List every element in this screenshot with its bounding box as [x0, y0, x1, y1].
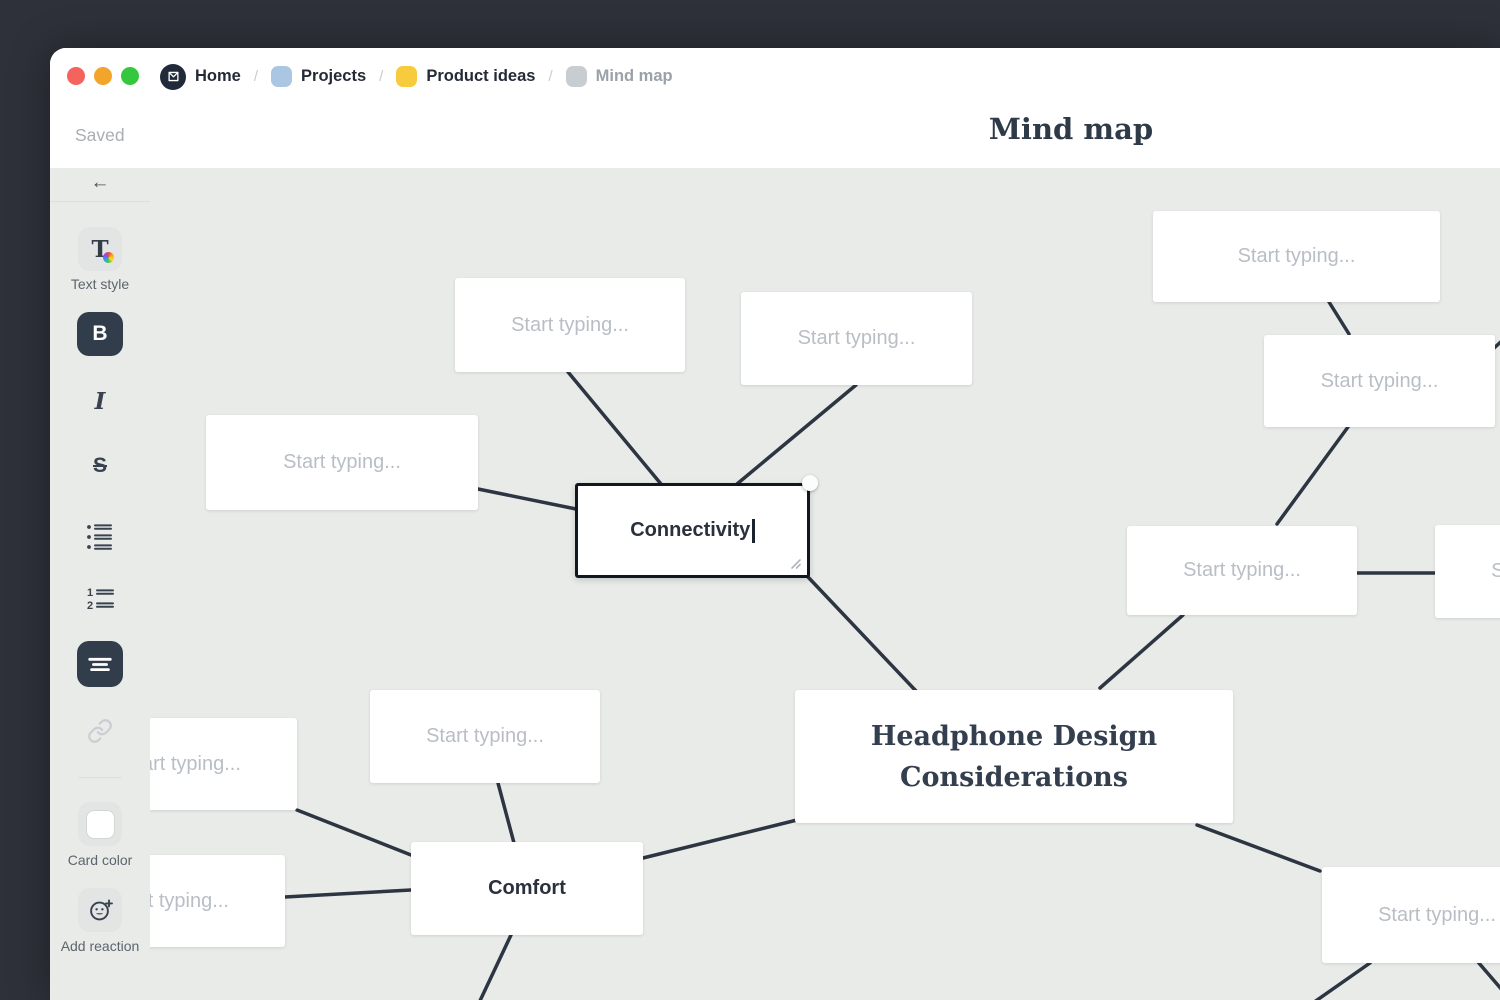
connection-line [1329, 302, 1349, 334]
mindmap-node[interactable]: Start typing... [1153, 211, 1440, 302]
mindmap-node[interactable]: Start typing... [1264, 335, 1495, 427]
node-placeholder: Start typing... [511, 314, 629, 337]
save-status: Saved [75, 125, 125, 146]
node-label: Connectivity [630, 519, 750, 542]
breadcrumb-separator: / [548, 68, 552, 85]
mindmap-node[interactable]: Start typing... [206, 415, 478, 510]
connection-line [285, 890, 411, 897]
mindmap-node[interactable]: Start typing... [150, 855, 285, 947]
window-controls [67, 67, 139, 85]
mindmap-node[interactable]: Start typing... [455, 278, 685, 372]
italic-button[interactable]: I [50, 387, 150, 415]
strikethrough-icon: S [93, 454, 107, 478]
align-center-icon [86, 650, 114, 678]
app-window: Home / Projects / Product ideas / Mind m… [50, 48, 1500, 1000]
bold-icon: B [92, 322, 107, 346]
align-center-button[interactable] [77, 641, 123, 687]
link-icon [87, 718, 113, 744]
add-reaction-icon [87, 897, 114, 924]
yellow-doc-square-icon [396, 66, 417, 87]
card-color-button[interactable] [78, 802, 122, 846]
color-wheel-icon [103, 252, 114, 263]
numbered-list-icon: 1 2 [85, 583, 115, 613]
connection-line [568, 372, 661, 484]
text-style-button[interactable]: T [78, 227, 122, 271]
bold-button[interactable]: B [77, 312, 123, 356]
node-placeholder: Start typing... [1321, 370, 1439, 393]
sidebar-divider [78, 777, 122, 778]
breadcrumb-label: Home [195, 67, 241, 86]
breadcrumb-label: Projects [301, 67, 366, 86]
bullet-list-button[interactable] [50, 522, 150, 552]
mindmap-node[interactable]: Start typing... [150, 718, 297, 810]
add-reaction-button[interactable] [78, 888, 122, 932]
connection-line [1197, 825, 1320, 871]
connection-line [1310, 963, 1370, 1000]
italic-icon: I [95, 388, 106, 415]
node-placeholder: Start typing... [150, 890, 229, 913]
link-button[interactable] [50, 717, 150, 745]
resize-handle-icon[interactable] [790, 558, 802, 570]
mindmap-node[interactable]: Start typing... [1435, 525, 1500, 618]
minimize-window-button[interactable] [94, 67, 112, 85]
mindmap-node[interactable]: Start typing... [1322, 867, 1500, 963]
breadcrumb-item-product-ideas[interactable]: Product ideas [396, 66, 535, 87]
breadcrumb-label: Product ideas [426, 67, 535, 86]
collapse-sidebar-button[interactable]: ← [50, 172, 150, 198]
sidebar-divider [50, 201, 150, 202]
mindmap-node[interactable]: Start typing... [741, 292, 972, 385]
mindmap-node-connectivity[interactable]: Connectivity [575, 483, 810, 578]
gray-doc-square-icon [566, 66, 587, 87]
node-label: Headphone Design Considerations [821, 716, 1207, 798]
node-placeholder: Start typing... [1238, 245, 1356, 268]
blue-folder-square-icon [271, 66, 292, 87]
connection-line [1100, 615, 1183, 688]
svg-text:2: 2 [87, 600, 93, 612]
connection-line [1277, 427, 1348, 524]
node-placeholder: Start typing... [798, 327, 916, 350]
node-placeholder: Start typing... [150, 753, 241, 776]
breadcrumb: Home / Projects / Product ideas / Mind m… [160, 64, 673, 89]
node-label: Comfort [488, 877, 566, 900]
breadcrumb-separator: / [379, 68, 383, 85]
connection-line [297, 810, 411, 855]
zoom-window-button[interactable] [121, 67, 139, 85]
mindmap-node[interactable]: Start typing... [370, 690, 600, 783]
node-placeholder: Start typing... [283, 451, 401, 474]
connection-line [643, 820, 797, 858]
bullet-list-icon [85, 522, 115, 552]
node-placeholder: Start typing... [1183, 559, 1301, 582]
titlebar: Home / Projects / Product ideas / Mind m… [50, 48, 1500, 169]
strikethrough-button[interactable]: S [50, 452, 150, 480]
breadcrumb-item-home[interactable]: Home [160, 64, 241, 90]
close-window-button[interactable] [67, 67, 85, 85]
mindmap-canvas[interactable]: Start typing... Start typing... Start ty… [150, 168, 1500, 1000]
node-placeholder: Start typing... [426, 725, 544, 748]
node-placeholder: Start typing... [1491, 560, 1500, 583]
mindmap-node[interactable]: Start typing... [1127, 526, 1357, 615]
connection-line [808, 577, 916, 691]
breadcrumb-item-mind-map: Mind map [566, 66, 673, 87]
mindmap-node-root[interactable]: Headphone Design Considerations [795, 690, 1233, 823]
connector-handle[interactable] [802, 475, 818, 491]
svg-text:1: 1 [87, 587, 93, 599]
connection-line [1478, 962, 1500, 1000]
node-placeholder: Start typing... [1378, 904, 1496, 927]
text-cursor [752, 519, 755, 543]
breadcrumb-separator: / [254, 68, 258, 85]
card-color-swatch-icon [87, 811, 114, 838]
numbered-list-button[interactable]: 1 2 [50, 583, 150, 613]
breadcrumb-item-projects[interactable]: Projects [271, 66, 366, 87]
connection-line [478, 935, 511, 1000]
connection-line [498, 783, 514, 843]
page-title: Mind map [989, 112, 1153, 146]
breadcrumb-label: Mind map [596, 67, 673, 86]
connection-line [478, 489, 576, 509]
connection-line [737, 385, 856, 484]
format-sidebar: ← T Text style B I S [50, 168, 151, 1000]
mindmap-node-comfort[interactable]: Comfort [411, 842, 643, 935]
craft-logo-icon [160, 64, 186, 90]
